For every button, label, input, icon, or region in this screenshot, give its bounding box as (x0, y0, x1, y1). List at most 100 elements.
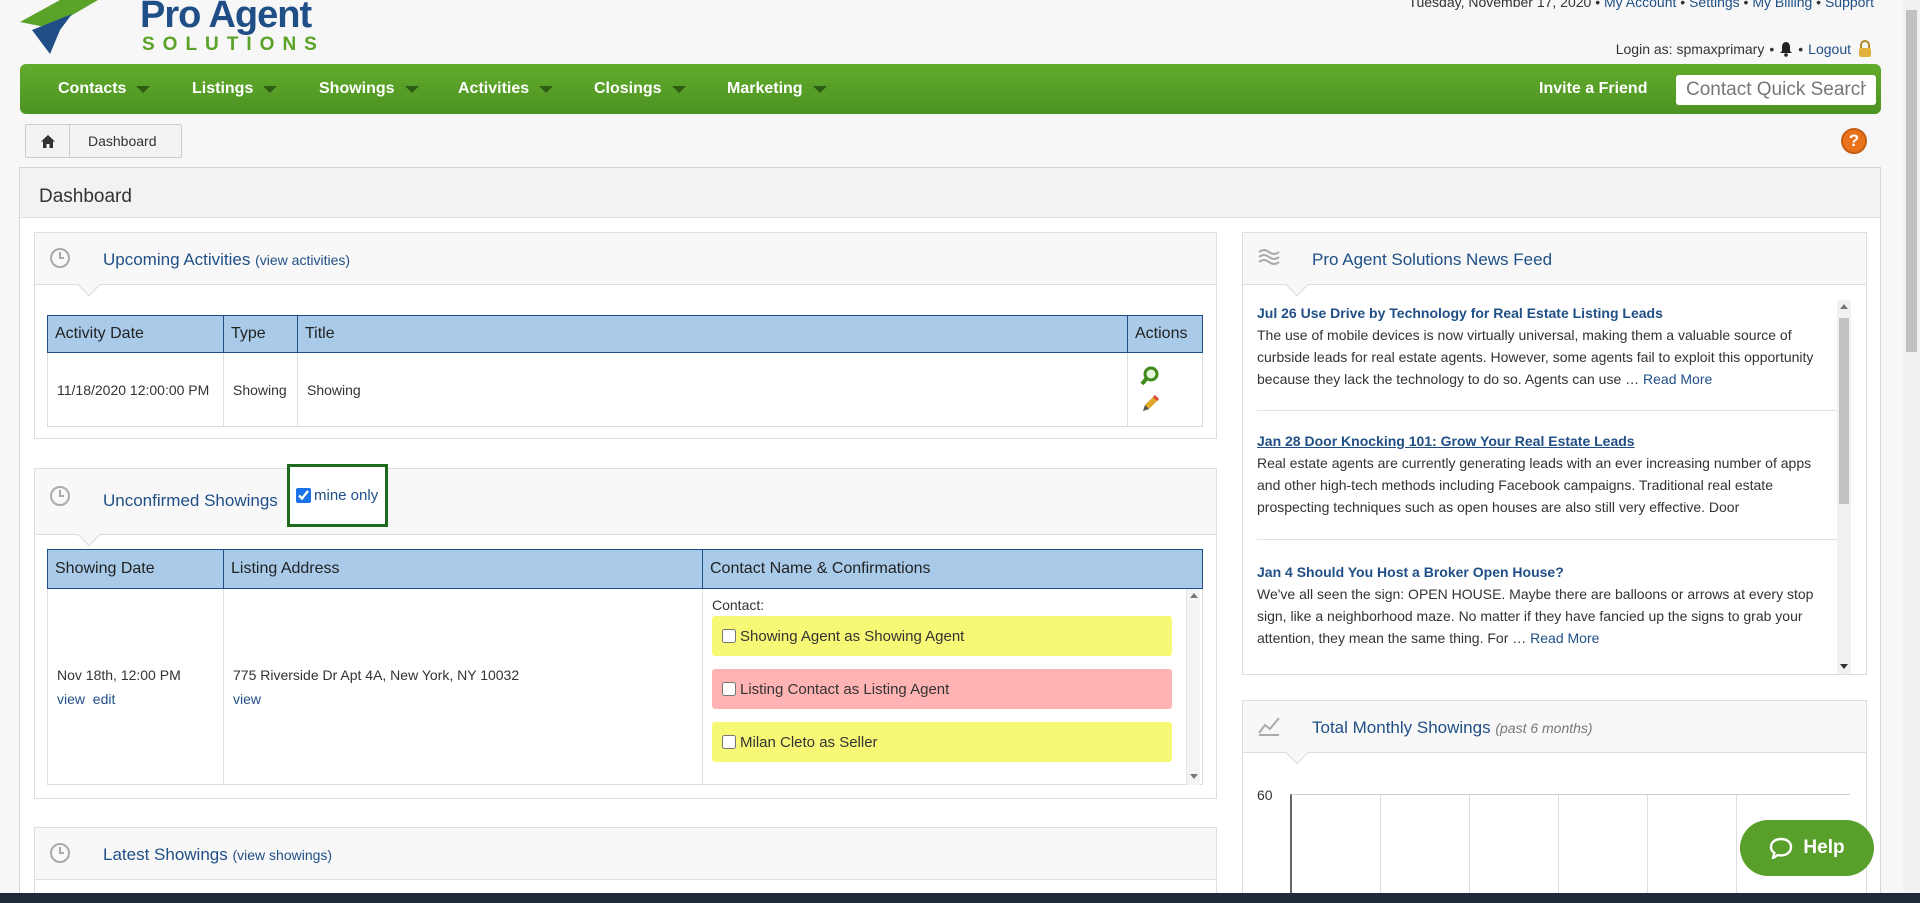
activity-type: Showing (223, 352, 298, 427)
showing-date-cell: Nov 18th, 12:00 PM view edit (47, 588, 224, 785)
confirmation-label: Showing Agent as Showing Agent (740, 627, 965, 645)
bell-icon[interactable] (1779, 41, 1793, 57)
scroll-down-icon[interactable] (1190, 774, 1198, 779)
confirmation-seller[interactable]: Milan Cleto as Seller (712, 722, 1172, 762)
news-feed-widget: Pro Agent Solutions News Feed Jul 26 Use… (1242, 232, 1867, 675)
confirmation-listing-contact[interactable]: Listing Contact as Listing Agent (712, 669, 1172, 709)
news-divider (1257, 539, 1837, 540)
upcoming-activities-widget: Upcoming Activities (view activities) Ac… (34, 232, 1217, 439)
activity-title: Showing (297, 352, 1128, 427)
confirmation-label: Milan Cleto as Seller (740, 733, 878, 751)
col-showing-date[interactable]: Showing Date (47, 549, 224, 589)
logo-word-solutions: SOLUTIONS (142, 34, 325, 55)
help-question-icon[interactable]: ? (1841, 128, 1867, 154)
login-line: Login as: spmaxprimary • • Logout (1616, 40, 1874, 58)
chevron-down-icon (136, 85, 151, 93)
nav-listings[interactable]: Listings (192, 64, 278, 114)
logo-word-pro-agent: Pro Agent (140, 0, 312, 36)
header: Pro Agent SOLUTIONS Tuesday, November 17… (0, 0, 1920, 64)
os-taskbar (0, 893, 1920, 903)
view-showings-link[interactable]: (view showings) (232, 847, 332, 863)
table-row: 11/18/2020 12:00:00 PM Showing Showing (47, 352, 1203, 427)
mine-only-toggle[interactable]: mine only (287, 464, 388, 527)
chevron-down-icon (539, 85, 554, 93)
contact-label: Contact: (712, 597, 765, 613)
confirmations-cell: Contact: Showing Agent as Showing Agent … (702, 588, 1203, 785)
breadcrumb: Dashboard (25, 124, 182, 158)
confirmations-scrollbar[interactable] (1186, 589, 1200, 785)
breadcrumb-home[interactable] (26, 125, 70, 157)
nav-activities[interactable]: Activities (458, 64, 554, 114)
confirmation-label: Listing Contact as Listing Agent (740, 680, 950, 698)
view-activities-link[interactable]: (view activities) (255, 252, 350, 268)
nav-listings-label: Listings (192, 80, 254, 97)
edit-pencil-icon[interactable] (1139, 393, 1161, 415)
read-more-link[interactable]: Read More (1530, 630, 1599, 646)
scroll-up-icon[interactable] (1190, 593, 1198, 598)
listing-address: 775 Riverside Dr Apt 4A, New York, NY 10… (233, 666, 520, 683)
news-feed-title: Pro Agent Solutions News Feed (1312, 250, 1553, 269)
news-scrollbar[interactable] (1837, 300, 1851, 674)
unconfirmed-showings-table: Showing Date Listing Address Contact Nam… (47, 549, 1203, 785)
my-account-link[interactable]: My Account (1604, 0, 1676, 10)
widget-header: Pro Agent Solutions News Feed (1243, 233, 1866, 297)
nav-activities-label: Activities (458, 80, 530, 97)
nav-contacts[interactable]: Contacts (58, 64, 151, 114)
col-listing-address[interactable]: Listing Address (223, 549, 703, 589)
col-title[interactable]: Title (297, 315, 1128, 353)
top-links: Tuesday, November 17, 2020 • My Account … (1408, 0, 1874, 10)
read-more-link[interactable]: Read More (1643, 371, 1712, 387)
page-scroll-thumb[interactable] (1906, 10, 1917, 352)
monthly-showings-subtitle: (past 6 months) (1495, 720, 1593, 736)
news-item-title[interactable]: Jan 4 Should You Host a Broker Open Hous… (1257, 564, 1564, 580)
col-contact-confirmations: Contact Name & Confirmations (702, 549, 1203, 589)
y-axis-top-label: 60 (1257, 787, 1273, 803)
listing-view-link[interactable]: view (233, 691, 261, 707)
news-scroll-thumb[interactable] (1839, 318, 1849, 504)
logout-link[interactable]: Logout (1808, 41, 1851, 57)
activity-actions (1127, 352, 1203, 427)
chat-bubble-icon (1770, 837, 1793, 859)
showing-edit-link[interactable]: edit (93, 691, 116, 707)
news-item-title[interactable]: Jan 28 Door Knocking 101: Grow Your Real… (1257, 433, 1635, 449)
scroll-up-icon[interactable] (1840, 304, 1848, 309)
nav-showings[interactable]: Showings (319, 64, 419, 114)
listing-address-cell: 775 Riverside Dr Apt 4A, New York, NY 10… (223, 588, 703, 785)
mine-only-checkbox[interactable] (296, 488, 311, 503)
lock-icon (1859, 40, 1871, 57)
nav-marketing[interactable]: Marketing (727, 64, 827, 114)
nav-showings-label: Showings (319, 80, 395, 97)
contact-quick-search-input[interactable] (1676, 75, 1876, 105)
clock-icon (50, 248, 70, 268)
chevron-down-icon (263, 85, 278, 93)
support-link[interactable]: Support (1825, 0, 1874, 10)
invite-friend-link[interactable]: Invite a Friend (1539, 64, 1647, 114)
confirmation-checkbox[interactable] (722, 629, 736, 643)
confirmation-checkbox[interactable] (722, 682, 736, 696)
chevron-down-icon (404, 85, 419, 93)
showing-view-link[interactable]: view (57, 691, 85, 707)
help-button[interactable]: Help (1740, 820, 1874, 876)
widget-header: Unconfirmed Showings mine only (35, 464, 1216, 547)
nav-closings[interactable]: Closings (594, 64, 686, 114)
confirmation-checkbox[interactable] (722, 735, 736, 749)
settings-link[interactable]: Settings (1689, 0, 1740, 10)
view-magnifier-icon[interactable] (1139, 365, 1161, 387)
scroll-down-icon[interactable] (1840, 664, 1848, 669)
logo-house-icon (20, 0, 98, 54)
page-scrollbar[interactable] (1903, 0, 1920, 893)
breadcrumb-dashboard[interactable]: Dashboard (70, 125, 181, 157)
home-icon (40, 134, 55, 148)
news-item: Jan 4 Should You Host a Broker Open Hous… (1257, 561, 1837, 649)
my-billing-link[interactable]: My Billing (1752, 0, 1812, 10)
col-type[interactable]: Type (223, 315, 298, 353)
confirmation-showing-agent[interactable]: Showing Agent as Showing Agent (712, 616, 1172, 656)
unconfirmed-showings-title: Unconfirmed Showings (103, 491, 278, 510)
current-date: Tuesday, November 17, 2020 (1408, 0, 1592, 10)
widget-header: Latest Showings (view showings) (35, 828, 1216, 880)
news-item-title[interactable]: Jul 26 Use Drive by Technology for Real … (1257, 305, 1663, 321)
unconfirmed-showings-widget: Unconfirmed Showings mine only Showing D… (34, 464, 1217, 799)
logo[interactable]: Pro Agent SOLUTIONS (20, 0, 340, 58)
col-activity-date[interactable]: Activity Date (47, 315, 224, 353)
table-row: Nov 18th, 12:00 PM view edit 775 Riversi… (47, 588, 1203, 785)
